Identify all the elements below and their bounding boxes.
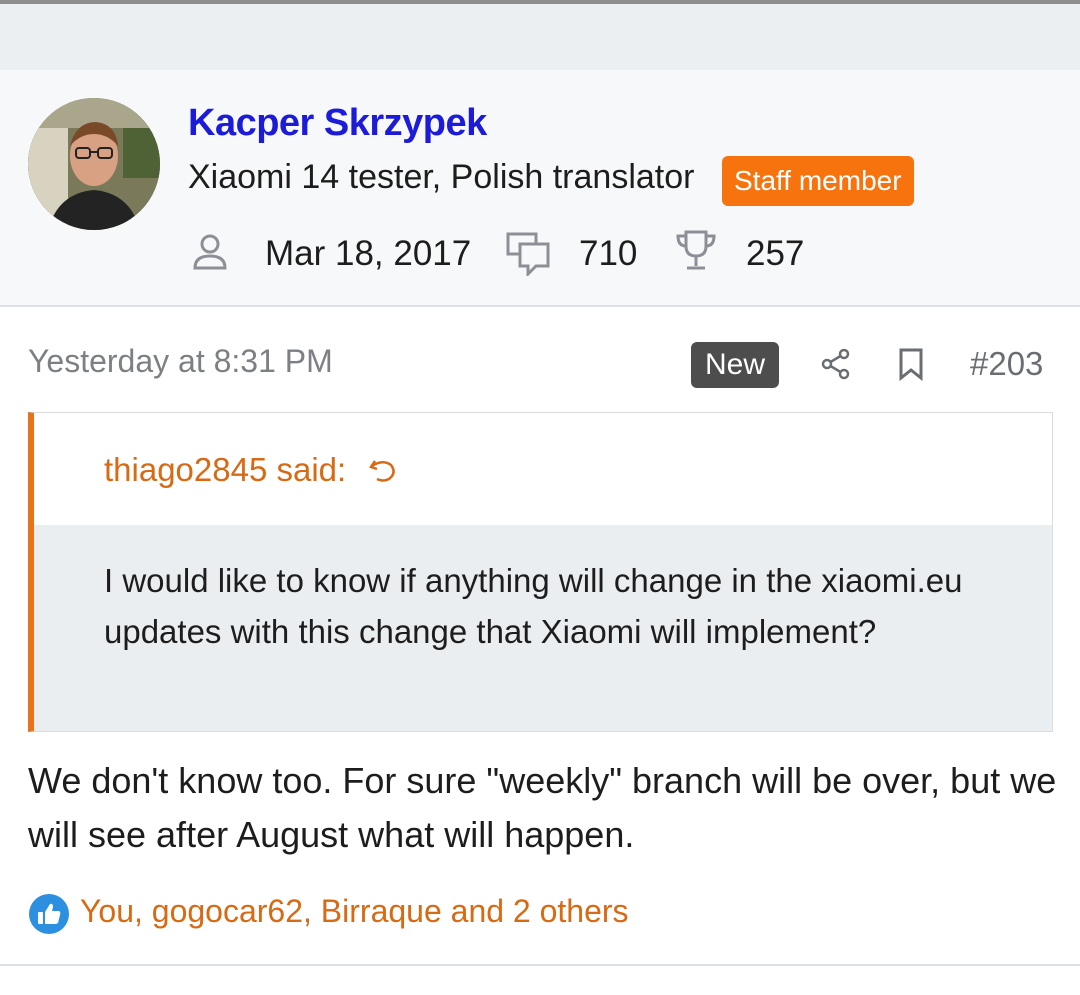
staff-badge: Staff member — [722, 156, 914, 206]
post-timestamp[interactable]: Yesterday at 8:31 PM — [28, 343, 333, 380]
quote-header: thiago2845 said: — [34, 413, 1052, 525]
username-link[interactable]: Kacper Skrzypek — [188, 102, 487, 145]
quote-block: thiago2845 said: I would like to know if… — [28, 412, 1053, 732]
quote-attribution-link[interactable]: thiago2845 said: — [104, 451, 397, 491]
user-icon — [190, 232, 230, 277]
bookmark-icon[interactable] — [896, 346, 926, 387]
reactions-list-link[interactable]: You, gogocar62, Birraque and 2 others — [80, 893, 629, 930]
share-icon[interactable] — [818, 346, 854, 387]
divider — [0, 964, 1080, 966]
quote-body: I would like to know if anything will ch… — [34, 525, 1052, 731]
quote-text: I would like to know if anything will ch… — [104, 562, 963, 650]
user-title: Xiaomi 14 tester, Polish translator — [188, 158, 695, 196]
message-count: 710 — [579, 234, 638, 273]
top-spacer — [0, 0, 1080, 70]
new-badge: New — [691, 342, 779, 388]
comments-icon — [506, 230, 552, 281]
trophy-icon — [674, 228, 718, 279]
reply-arrow-icon — [369, 453, 397, 491]
message-user-block: Kacper Skrzypek Xiaomi 14 tester, Polish… — [0, 70, 1080, 307]
quote-author: thiago2845 said: — [104, 451, 347, 488]
post-body-text: We don't know too. For sure "weekly" bra… — [28, 760, 1057, 855]
avatar[interactable] — [28, 98, 160, 230]
like-icon — [28, 893, 70, 940]
joined-date: Mar 18, 2017 — [265, 234, 472, 273]
reaction-score: 257 — [746, 234, 805, 273]
post-number-link[interactable]: #203 — [970, 345, 1043, 383]
